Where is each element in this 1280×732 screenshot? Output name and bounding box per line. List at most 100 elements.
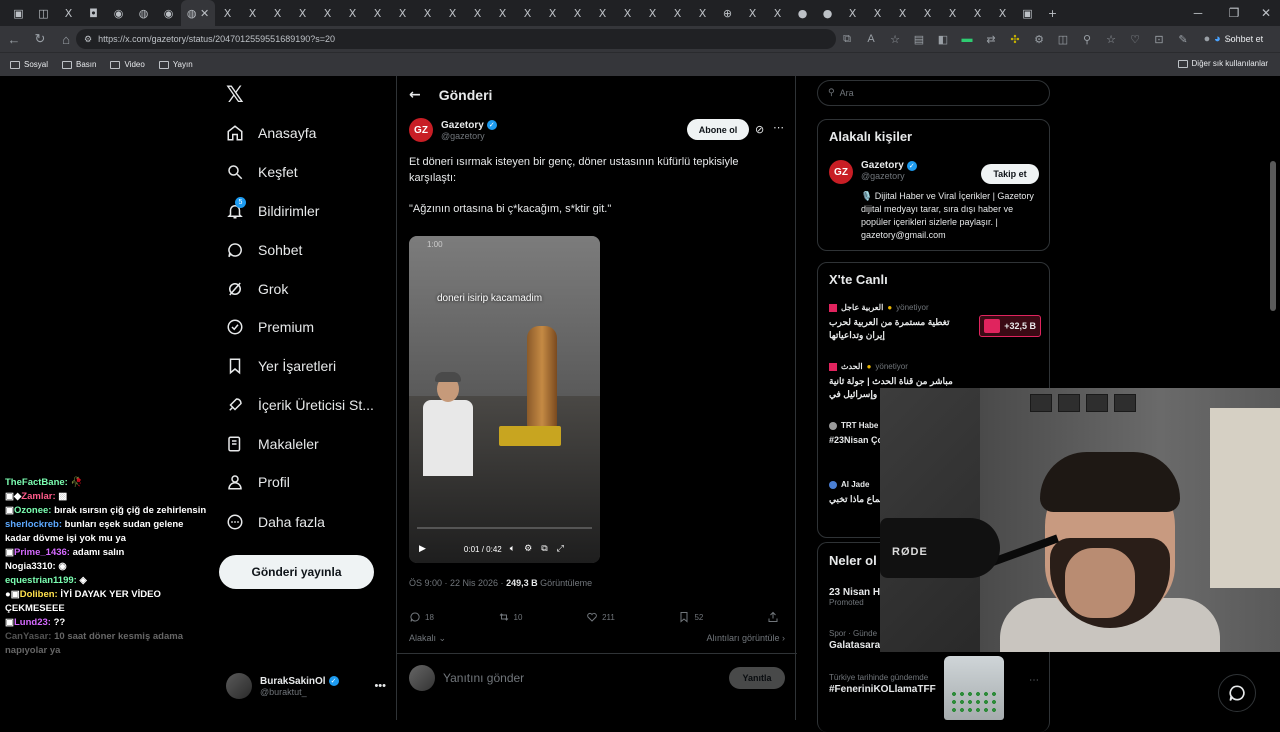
browser-tab[interactable]: X [415, 0, 440, 26]
browser-tab[interactable]: X [440, 0, 465, 26]
reload-icon[interactable]: ↻ [28, 27, 52, 51]
browser-tab[interactable]: X [565, 0, 590, 26]
subscribe-button[interactable]: Abone ol [687, 119, 749, 140]
browser-tab[interactable]: ● [815, 0, 840, 26]
volume-icon[interactable]: 🔈︎ [510, 544, 515, 554]
share-button[interactable] [767, 611, 779, 623]
view-quotes-link[interactable]: Alıntıları görüntüle › [706, 633, 785, 643]
maximize-icon[interactable]: ❐ [1218, 0, 1250, 26]
browser-tab[interactable]: ◍ [131, 0, 156, 26]
settings-icon[interactable]: ⚙ [524, 544, 532, 554]
author-handle[interactable]: @gazetory [441, 131, 497, 141]
browser-tab[interactable]: X [940, 0, 965, 26]
browser-tab[interactable]: X [615, 0, 640, 26]
bookmark-button[interactable]: 52 [678, 611, 703, 623]
reply-input[interactable]: Yanıtını gönder [443, 671, 524, 685]
browser-tab[interactable]: ◉ [106, 0, 131, 26]
browser-tab[interactable]: X [515, 0, 540, 26]
grok-explain-icon[interactable]: ⊘ [755, 123, 764, 136]
browser-tab[interactable]: X [890, 0, 915, 26]
post-author[interactable]: GZ Gazetory ✓ @gazetory [409, 118, 497, 142]
browser-tab[interactable]: X [665, 0, 690, 26]
browser-tab[interactable]: X [365, 0, 390, 26]
nav-item-premium[interactable]: Premium [226, 311, 314, 343]
extension-icon[interactable]: ⧉ [838, 30, 856, 48]
extension-icon[interactable]: ⊡ [1150, 30, 1168, 48]
back-arrow-icon[interactable]: ← [409, 87, 421, 103]
browser-tab[interactable]: X [840, 0, 865, 26]
reply-submit-button[interactable]: Yanıtla [729, 667, 785, 689]
browser-tab-active[interactable]: ◍ ✕ [181, 0, 215, 26]
nav-item-articles[interactable]: Makaleler [226, 428, 319, 460]
home-icon[interactable]: ⌂ [54, 27, 78, 51]
browser-tab[interactable]: ◫ [31, 0, 56, 26]
browser-tab[interactable]: X [265, 0, 290, 26]
nav-item-profile[interactable]: Profil [226, 466, 290, 498]
browser-tab[interactable]: X [865, 0, 890, 26]
browser-tab[interactable]: X [740, 0, 765, 26]
captions-icon[interactable]: ⧉ [541, 544, 547, 554]
browser-tab[interactable]: X [465, 0, 490, 26]
repost-button[interactable]: 10 [498, 611, 522, 623]
like-button[interactable]: 211 [586, 611, 615, 623]
nav-item-bookmarks[interactable]: Yer İşaretleri [226, 350, 336, 382]
extension-icon[interactable]: ♡ [1126, 30, 1144, 48]
url-bar[interactable]: ⚙ https://x.com/gazetory/status/20470125… [76, 29, 836, 49]
related-person[interactable]: GZ Gazetory ✓ @gazetory [829, 160, 917, 184]
close-window-icon[interactable]: ✕ [1250, 0, 1280, 26]
back-icon[interactable]: ← [2, 27, 26, 51]
browser-tab[interactable]: X [765, 0, 790, 26]
browser-tab[interactable]: X [290, 0, 315, 26]
browser-tab[interactable]: X [490, 0, 515, 26]
extension-icon[interactable]: ◧ [934, 30, 952, 48]
nav-item-more[interactable]: Daha fazla [226, 506, 325, 538]
trend-item[interactable]: Türkiye tarihinde gündemde #FeneriniKOLl… [829, 673, 1044, 695]
browser-tab[interactable]: X [340, 0, 365, 26]
browser-tab[interactable]: ▣ [1015, 0, 1040, 26]
browser-tab[interactable]: X [590, 0, 615, 26]
x-logo-icon[interactable]: 𝕏 [226, 83, 250, 108]
browser-tab[interactable]: ◘ [81, 0, 106, 26]
post-button[interactable]: Gönderi yayınla [219, 555, 374, 589]
trend-more-icon[interactable]: ⋯ [1029, 675, 1039, 686]
play-icon[interactable]: ▶ [419, 544, 426, 554]
video-progress-bar[interactable] [417, 527, 592, 529]
favorites-icon[interactable]: ☆ [1102, 30, 1120, 48]
browser-tab[interactable]: X [315, 0, 340, 26]
browser-tab[interactable]: X [540, 0, 565, 26]
bookmark-folder[interactable]: Video [110, 60, 145, 69]
live-listener-badge[interactable]: +32,5 B [979, 315, 1041, 337]
fullscreen-icon[interactable]: ⤢ [557, 544, 564, 554]
extension-icon[interactable]: ⇄ [982, 30, 1000, 48]
browser-tab[interactable]: X [390, 0, 415, 26]
follow-button[interactable]: Takip et [981, 164, 1039, 184]
search-input[interactable]: ⚲ Ara [817, 80, 1050, 106]
browser-tab[interactable]: X [240, 0, 265, 26]
account-switcher[interactable]: BurakSakinOl ✓ @buraktut_ ••• [226, 669, 386, 703]
bookmark-folder[interactable]: Sosyal [10, 60, 48, 69]
browser-tab[interactable]: X [990, 0, 1015, 26]
browser-tab[interactable]: ● [790, 0, 815, 26]
copilot-chat-button[interactable]: ◕ Sohbet et [1214, 30, 1263, 48]
reply-button[interactable]: 18 [409, 611, 434, 623]
extension-icon[interactable]: ⚲ [1078, 30, 1096, 48]
tab-overview-icon[interactable]: ▣ [6, 0, 31, 26]
nav-item-grok[interactable]: Grok [226, 273, 288, 305]
bookmark-folder[interactable]: Yayın [158, 60, 193, 69]
browser-tab[interactable]: X [965, 0, 990, 26]
favorite-star-icon[interactable]: ☆ [886, 30, 904, 48]
messages-fab[interactable] [1218, 674, 1256, 712]
extension-icon[interactable]: ✎ [1174, 30, 1192, 48]
minimize-icon[interactable]: ─ [1182, 0, 1214, 26]
post-timestamp[interactable]: ÖS 9:00 · 22 Nis 2026 · [409, 578, 506, 588]
new-tab-icon[interactable]: + [1040, 0, 1065, 26]
extension-icon[interactable]: A [862, 30, 880, 48]
other-favorites[interactable]: Diğer sık kullanılanlar [1177, 59, 1268, 68]
browser-tab[interactable]: X [915, 0, 940, 26]
browser-tab[interactable]: X [215, 0, 240, 26]
bookmark-folder[interactable]: Basın [62, 60, 96, 69]
extension-icon[interactable]: ⚙ [1030, 30, 1048, 48]
page-scrollbar[interactable] [1270, 161, 1276, 311]
nav-item-creator-studio[interactable]: İçerik Üreticisi St... [226, 389, 374, 421]
browser-tab[interactable]: ◉ [156, 0, 181, 26]
